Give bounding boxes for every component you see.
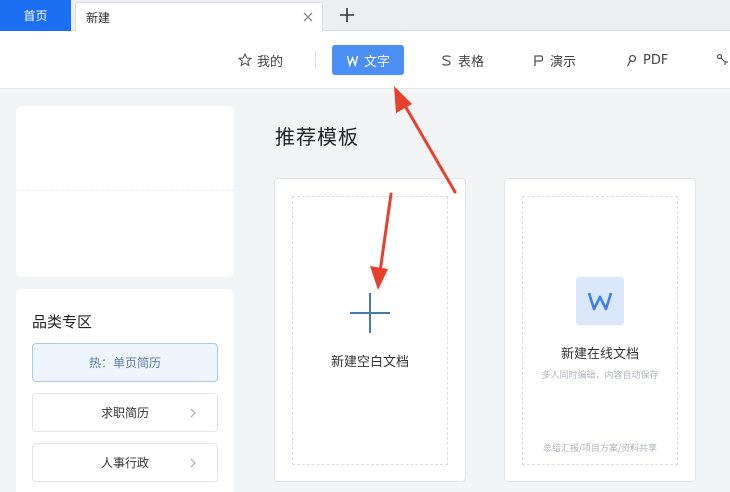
nav-sheet-label: 表格 bbox=[458, 54, 485, 70]
new-online-doc-card[interactable]: 新建在线文档 多人同时编辑，内容自动保存 总结汇报/项目方案/资料共享 bbox=[504, 178, 696, 482]
tab-new[interactable]: 新建 bbox=[75, 2, 323, 32]
writer-icon bbox=[346, 55, 359, 67]
plus-icon[interactable] bbox=[337, 5, 357, 25]
new-blank-doc-card[interactable]: 新建空白文档 bbox=[274, 178, 466, 482]
annotation-arrow-to-writer bbox=[394, 86, 457, 194]
category-item-label: 热：单页简历 bbox=[88, 356, 161, 370]
nav-more[interactable] bbox=[716, 45, 730, 75]
new-online-doc-label: 新建在线文档 bbox=[560, 347, 639, 362]
category-item-label: 人事行政 bbox=[100, 456, 149, 470]
nav-pdf-label: PDF bbox=[643, 52, 669, 68]
chevron-right-icon bbox=[190, 458, 196, 468]
nav-present[interactable]: 演示 bbox=[532, 45, 576, 75]
category-title: 品类专区 bbox=[32, 313, 93, 331]
tab-home[interactable]: 首页 bbox=[0, 0, 71, 31]
panel-divider bbox=[16, 190, 234, 191]
tab-new-label: 新建 bbox=[86, 11, 111, 25]
card-dashed-border bbox=[522, 196, 678, 465]
category-item-hot[interactable]: 热：单页简历 bbox=[32, 343, 218, 382]
nav-present-label: 演示 bbox=[550, 54, 577, 70]
tab-bar: 首页 新建 bbox=[0, 0, 730, 32]
writer-logo-icon bbox=[576, 277, 624, 325]
nav-divider bbox=[315, 51, 316, 69]
banner-panel bbox=[16, 106, 234, 277]
new-blank-doc-label: 新建空白文档 bbox=[330, 355, 409, 370]
category-item-resume[interactable]: 求职简历 bbox=[32, 393, 218, 432]
pdf-icon bbox=[626, 54, 637, 66]
star-icon bbox=[238, 53, 252, 67]
category-panel: 品类专区 热：单页简历 求职简历 人事行政 bbox=[16, 289, 234, 492]
new-online-doc-footer: 总结汇报/项目方案/资料共享 bbox=[542, 444, 658, 454]
close-icon[interactable] bbox=[300, 9, 316, 25]
nav-sheet[interactable]: 表格 bbox=[440, 45, 484, 75]
category-item-label: 求职简历 bbox=[100, 406, 149, 420]
chevron-right-icon bbox=[190, 408, 196, 418]
nav-writer-label: 文字 bbox=[364, 54, 391, 70]
nav-mine[interactable]: 我的 bbox=[238, 45, 283, 75]
section-title: 推荐模板 bbox=[275, 125, 359, 149]
nav-mine-label: 我的 bbox=[257, 54, 284, 70]
category-item-hr[interactable]: 人事行政 bbox=[32, 443, 218, 482]
nav-writer[interactable]: 文字 bbox=[332, 45, 405, 75]
share-icon bbox=[716, 53, 728, 65]
plus-icon bbox=[350, 293, 390, 333]
sheet-icon bbox=[442, 54, 451, 66]
top-nav: 我的 文字 表格 演示 PDF bbox=[0, 31, 730, 89]
nav-pdf[interactable]: PDF bbox=[625, 45, 668, 75]
new-online-doc-subtitle: 多人同时编辑，内容自动保存 bbox=[541, 371, 659, 381]
present-icon bbox=[534, 54, 544, 66]
